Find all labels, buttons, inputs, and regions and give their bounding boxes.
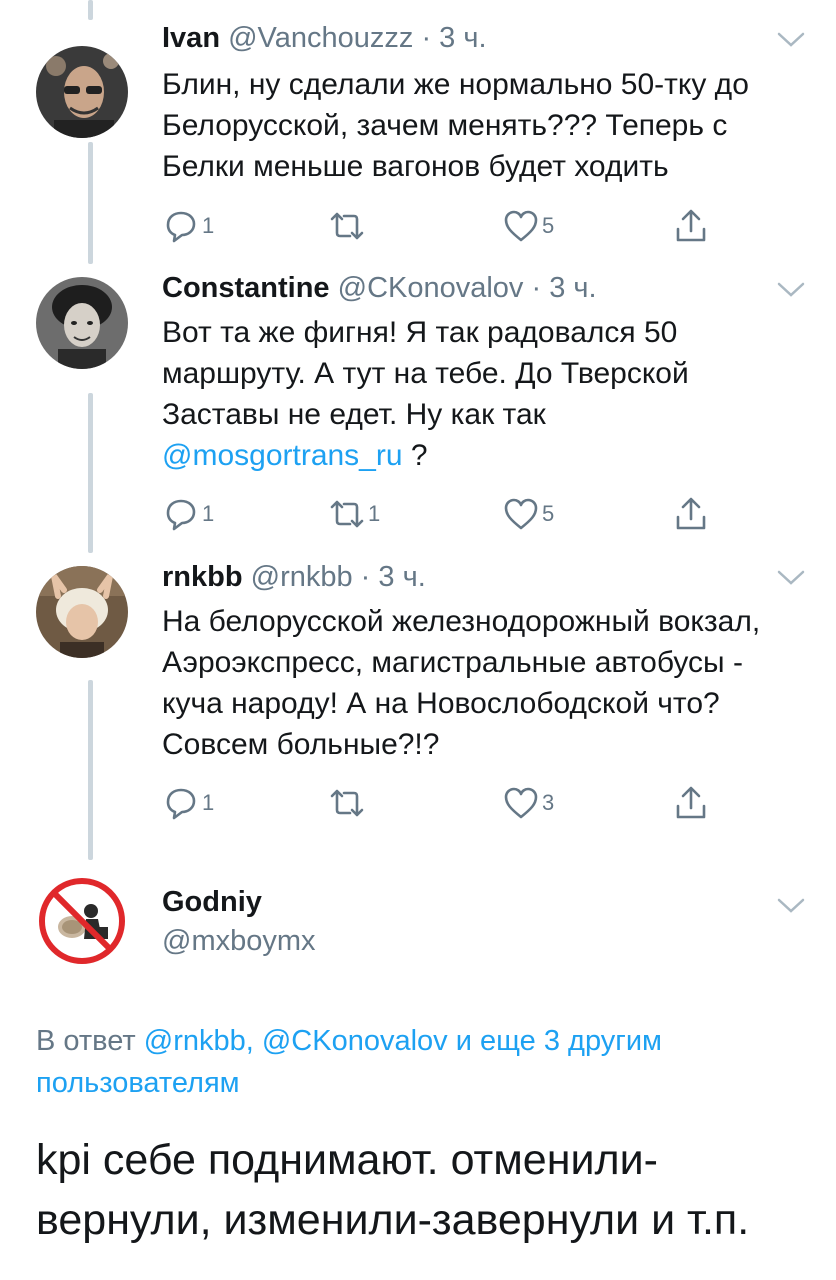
chevron-down-icon[interactable] (776, 280, 806, 300)
reply-button[interactable]: 1 (162, 206, 214, 246)
reply-count: 1 (202, 213, 215, 238)
tweet-actions: 1 1 5 (162, 494, 722, 534)
user-handle[interactable]: @mxboymx (162, 925, 316, 957)
tweet-header: rnkbb @rnkbb · 3 ч. (162, 559, 426, 595)
thread-line (88, 142, 93, 264)
share-button[interactable] (672, 206, 710, 246)
reply-count: 1 (202, 790, 215, 815)
separator-dot: · (360, 561, 371, 593)
tweet-text: Блин, ну сделали же нормально 50-тку до … (162, 68, 749, 183)
user-name[interactable]: Constantine (162, 272, 330, 304)
like-icon (504, 787, 538, 819)
retweet-button[interactable]: 1 (328, 494, 380, 534)
user-handle[interactable]: @CKonovalov (338, 272, 524, 304)
reply-icon (166, 499, 196, 531)
user-handle[interactable]: @Vanchouzzz (228, 22, 413, 54)
timestamp[interactable]: 3 ч. (378, 561, 425, 593)
main-tweet-handle: @mxboymx (162, 923, 316, 959)
retweet-button[interactable] (328, 783, 368, 823)
retweet-count: 1 (368, 501, 381, 526)
timestamp[interactable]: 3 ч. (439, 22, 486, 54)
separator-dot: · (421, 22, 432, 54)
retweet-icon (330, 500, 364, 528)
timestamp[interactable]: 3 ч. (549, 272, 596, 304)
share-icon (676, 786, 706, 819)
like-count: 5 (542, 501, 555, 526)
like-count: 5 (542, 213, 555, 238)
thread-line (88, 680, 93, 860)
share-button[interactable] (672, 783, 710, 823)
like-icon (504, 210, 538, 242)
like-button[interactable]: 5 (502, 494, 554, 534)
like-button[interactable]: 3 (502, 783, 554, 823)
user-name[interactable]: Godniy (162, 886, 262, 918)
chevron-down-icon[interactable] (776, 896, 806, 916)
avatar-rnkbb[interactable] (36, 566, 128, 658)
retweet-icon (330, 212, 364, 240)
chevron-down-icon[interactable] (776, 30, 806, 50)
reply-button[interactable]: 1 (162, 494, 214, 534)
user-handle[interactable]: @rnkbb (251, 561, 353, 593)
avatar-ivan[interactable] (36, 46, 128, 138)
tweet-actions: 1 5 (162, 206, 722, 246)
tweet-text: Вот та же фигня! Я так радовался 50 марш… (162, 312, 812, 476)
reply-context: В ответ @rnkbb, @CKonovalov и еще 3 друг… (36, 1020, 806, 1104)
like-count: 3 (542, 790, 555, 815)
reply-icon (166, 211, 196, 243)
thread-line (88, 0, 93, 20)
tweet-text-part: Вот та же фигня! Я так радовался 50 марш… (162, 316, 689, 431)
avatar-godniy[interactable] (36, 875, 128, 967)
reply-icon (166, 788, 196, 820)
retweet-icon (330, 789, 364, 817)
share-button[interactable] (672, 494, 710, 534)
share-icon (676, 209, 706, 242)
user-name[interactable]: Ivan (162, 22, 220, 54)
share-icon (676, 497, 706, 530)
main-tweet-name: Godniy (162, 884, 262, 920)
chevron-down-icon[interactable] (776, 568, 806, 588)
main-tweet-text: kpi себе поднимают. отменили-вернули, из… (36, 1136, 750, 1244)
like-icon (504, 498, 538, 530)
avatar-constantine[interactable] (36, 277, 128, 369)
tweet-text-part: ? (402, 439, 428, 472)
tweet-text: На белорусской железнодорожный вокзал, А… (162, 605, 761, 761)
reply-button[interactable]: 1 (162, 783, 214, 823)
reply-prefix: В ответ (36, 1025, 144, 1057)
reply-count: 1 (202, 501, 215, 526)
separator-dot: · (531, 272, 542, 304)
like-button[interactable]: 5 (502, 206, 554, 246)
tweet-header: Constantine @CKonovalov · 3 ч. (162, 270, 597, 306)
user-name[interactable]: rnkbb (162, 561, 243, 593)
tweet-actions: 1 3 (162, 783, 722, 823)
tweet-header: Ivan @Vanchouzzz · 3 ч. (162, 20, 487, 56)
mention-link[interactable]: @mosgortrans_ru (162, 439, 403, 472)
retweet-button[interactable] (328, 206, 368, 246)
thread-line (88, 393, 93, 553)
